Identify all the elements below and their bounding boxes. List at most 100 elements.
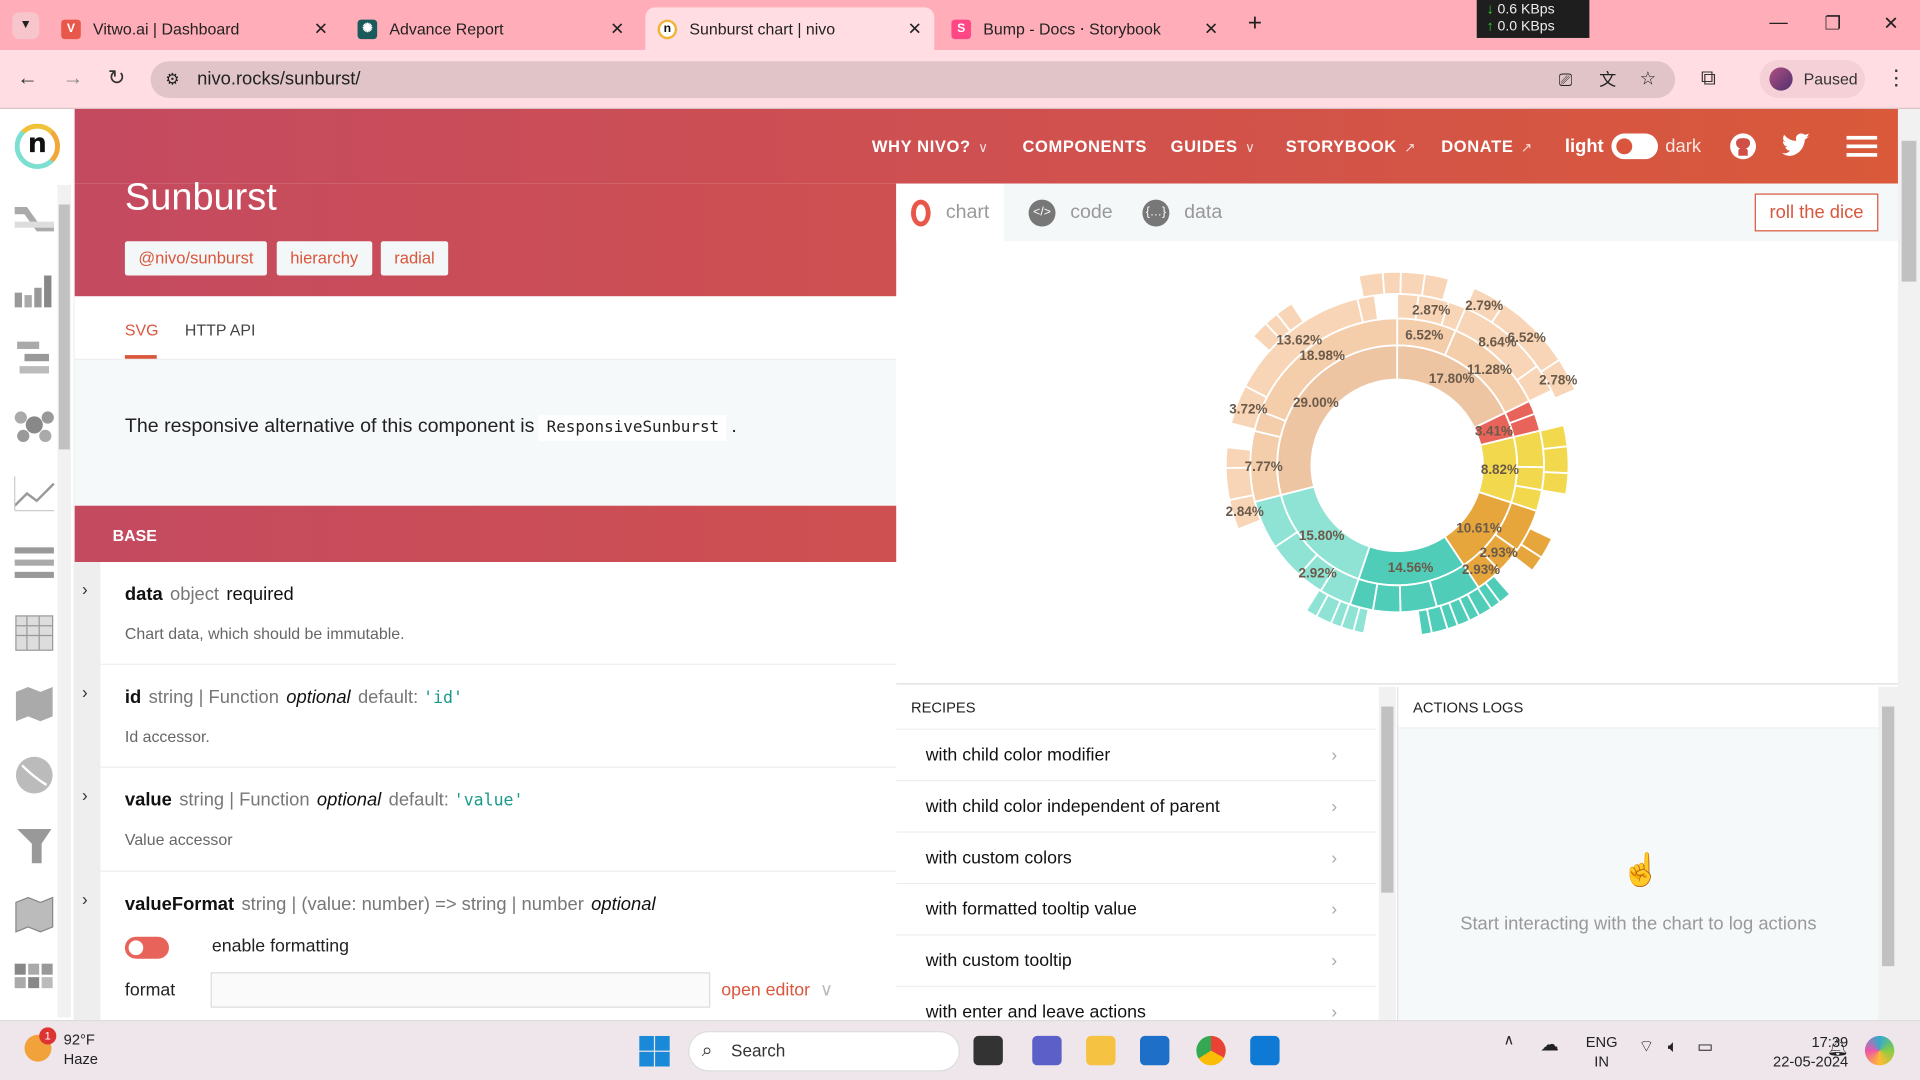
actions-scrollbar-thumb[interactable] [1882, 706, 1895, 967]
extensions-icon[interactable]: ⧉ [1701, 66, 1716, 90]
url-input[interactable]: ⚙ nivo.rocks/sunburst/ ⎚ 文 ☆ [150, 61, 1676, 98]
sunburst-arc[interactable] [1540, 471, 1570, 496]
new-tab-button[interactable]: + [1248, 10, 1262, 38]
roll-the-dice-button[interactable]: roll the dice [1754, 193, 1879, 232]
wifi-icon[interactable]: ⌔ [1638, 1036, 1654, 1058]
teams-icon[interactable] [1032, 1035, 1062, 1066]
chrome-menu-icon[interactable]: ⋮ [1886, 66, 1907, 90]
theme-toggle[interactable] [1611, 133, 1658, 160]
heatmap-icon[interactable] [12, 961, 56, 1005]
store-icon[interactable] [1140, 1035, 1170, 1066]
browser-tab-advance-report[interactable]: ✺ Advance Report ✕ [345, 7, 636, 50]
close-tab-icon[interactable]: ✕ [314, 18, 328, 39]
chrome-icon[interactable] [1196, 1035, 1226, 1066]
line-chart-icon[interactable] [12, 471, 56, 515]
page-scrollbar[interactable] [1897, 108, 1920, 1021]
bump-chart-icon[interactable] [12, 197, 56, 241]
expand-chevron-icon[interactable]: › [82, 785, 88, 805]
bullet-chart-icon[interactable] [12, 540, 56, 584]
tab-chart[interactable]: chart [896, 183, 1005, 242]
vscode-icon[interactable] [1250, 1035, 1280, 1066]
search-placeholder: Search [731, 1040, 786, 1061]
taskbar-search[interactable]: ⌕ Search [688, 1031, 961, 1072]
boxplot-icon[interactable] [12, 334, 56, 378]
sunburst-arc[interactable] [1399, 270, 1427, 297]
sunburst-arc[interactable] [1542, 445, 1570, 475]
profile-button[interactable]: Paused [1759, 60, 1865, 98]
nav-storybook[interactable]: STORYBOOK ↗ [1286, 137, 1416, 155]
enable-formatting-toggle[interactable] [124, 936, 169, 959]
onedrive-icon[interactable]: ☁ [1540, 1033, 1558, 1056]
sunburst-arc[interactable] [1538, 423, 1569, 451]
tab-svg[interactable]: SVG [125, 321, 159, 339]
nav-guides[interactable]: GUIDES ∨ [1171, 137, 1256, 155]
restore-button[interactable]: ❐ [1824, 12, 1840, 34]
back-button[interactable]: ← [17, 66, 38, 90]
translate-icon[interactable]: 文 [1599, 61, 1616, 98]
browser-tab-sunburst[interactable]: n Sunburst chart | nivo ✕ [645, 7, 935, 51]
nivo-logo[interactable]: n [14, 123, 61, 169]
battery-icon[interactable]: ▭ [1697, 1036, 1713, 1057]
tag-hierarchy[interactable]: hierarchy [276, 241, 372, 276]
github-icon[interactable] [1729, 132, 1757, 160]
tab-code[interactable]: </> code [1014, 184, 1128, 242]
windows-start-icon[interactable] [639, 1035, 670, 1067]
forward-button[interactable]: → [62, 66, 83, 90]
browser-tab-storybook[interactable]: S Bump - Docs ⋅ Storybook ✕ [939, 7, 1230, 50]
geomap-icon[interactable] [12, 893, 56, 937]
recipe-item[interactable]: with formatted tooltip value › [896, 882, 1377, 934]
twitter-icon[interactable] [1781, 133, 1811, 157]
reload-button[interactable]: ↻ [108, 66, 125, 90]
nav-donate[interactable]: DONATE ↗ [1441, 137, 1532, 155]
close-tab-icon[interactable]: ✕ [908, 18, 922, 39]
download-speed: 0.6 KBps [1497, 2, 1555, 18]
file-explorer-icon[interactable] [1086, 1035, 1116, 1066]
close-tab-icon[interactable]: ✕ [610, 18, 624, 39]
volume-icon[interactable]: 🔈︎ [1668, 1036, 1678, 1057]
funnel-icon[interactable] [12, 824, 56, 868]
tag-package[interactable]: @nivo/sunburst [124, 241, 267, 276]
close-tab-icon[interactable]: ✕ [1204, 18, 1218, 39]
recipe-item[interactable]: with custom colors › [896, 831, 1377, 882]
tab-search-button[interactable]: ▼ [12, 12, 40, 40]
browser-tab-vitwo[interactable]: V Vitwo.ai | Dashboard ✕ [49, 7, 340, 50]
calendar-icon[interactable] [12, 611, 56, 655]
sunburst-arc[interactable] [1357, 271, 1386, 299]
chord-icon[interactable] [12, 753, 56, 797]
sunburst-label: 8.82% [1481, 462, 1519, 477]
bookmark-star-icon[interactable]: ☆ [1640, 61, 1656, 98]
page-scrollbar-thumb[interactable] [1901, 140, 1917, 282]
language-indicator[interactable]: ENG IN [1586, 1032, 1618, 1071]
recipe-item[interactable]: with child color modifier › [896, 728, 1377, 780]
minimize-button[interactable]: — [1769, 12, 1787, 33]
expand-chevron-icon[interactable]: › [82, 682, 88, 702]
external-link-icon: ↗ [1404, 140, 1417, 156]
tab-http-api[interactable]: HTTP API [185, 321, 255, 339]
format-input[interactable] [210, 972, 711, 1008]
open-editor-button[interactable]: open editor ∨ [721, 981, 833, 1001]
install-app-icon[interactable]: ⎚ [1559, 61, 1573, 98]
task-view-icon[interactable] [973, 1035, 1003, 1066]
notification-bell-icon[interactable]: 🔔︎ [1827, 1037, 1849, 1058]
nav-components[interactable]: COMPONENTS [1022, 137, 1147, 155]
nav-why-nivo[interactable]: WHY NIVO? ∨ [872, 137, 989, 155]
circle-packing-icon[interactable] [12, 403, 56, 447]
site-info-icon[interactable]: ⚙ [165, 61, 179, 98]
hamburger-menu-icon[interactable] [1846, 135, 1878, 157]
weather-widget[interactable]: 1 92°F Haze [24, 1027, 98, 1069]
tag-radial[interactable]: radial [380, 241, 449, 276]
recipe-item[interactable]: with child color independent of parent › [896, 780, 1377, 831]
tab-data[interactable]: {…} data [1128, 184, 1237, 242]
sunburst-arc[interactable] [1420, 272, 1451, 302]
recipes-scrollbar-thumb[interactable] [1381, 706, 1394, 893]
recipe-item[interactable]: with custom tooltip › [896, 934, 1377, 985]
bar-chart-icon[interactable] [12, 266, 56, 310]
expand-chevron-icon[interactable]: › [82, 579, 88, 599]
choropleth-icon[interactable] [12, 682, 56, 726]
sidebar-scrollbar-thumb[interactable] [58, 204, 70, 450]
sunburst-arc[interactable] [1381, 270, 1402, 296]
expand-chevron-icon[interactable]: › [82, 889, 88, 909]
copilot-icon[interactable] [1864, 1035, 1895, 1066]
system-tray-chevron-icon[interactable]: ∧ [1504, 1031, 1515, 1048]
close-window-button[interactable]: ✕ [1883, 12, 1898, 34]
